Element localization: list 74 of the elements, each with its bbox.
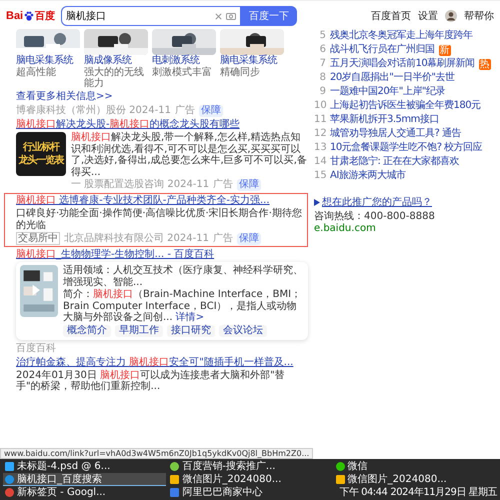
result-source: 北京品牌科技有限公司 2024-11	[64, 232, 209, 244]
hot-list-item[interactable]: 13 10元盒餐课题学生吃不饱? 校方回应	[314, 141, 498, 155]
result-description: 口碑良好·功能全面·操作简便·高信噪比优质·宋旧长期合作·期待您的光临	[16, 208, 303, 231]
result-source: 博睿康科技（常州）股份 2024-11	[16, 105, 171, 117]
product-caption: 强大的的无线能力	[84, 67, 145, 89]
taskbar-button[interactable]: 微信图片_2024080...	[168, 473, 332, 486]
product-link[interactable]: 脑电采集系统	[16, 55, 80, 67]
user-name[interactable]: 帮帮你	[464, 9, 494, 23]
product-caption: 精确同步	[220, 67, 261, 78]
result-description: 脑机接口解决龙头股,带一个解释,怎么样,精选热点知识和利润优选,看得不,可不可以是怎么买,买买买可以了,决选好,备得出,成总要怎么来牛,巨多可不可以买,备得买...	[71, 132, 308, 178]
hot-list-item[interactable]: 5 残奥北京冬奥冠军走上海年度跨年	[314, 29, 498, 43]
promo-link[interactable]: 想在此推广您的产品吗？	[322, 195, 432, 209]
header-link[interactable]: 百度首页	[371, 9, 411, 23]
ad-label: 广告	[174, 105, 195, 117]
hot-list-item[interactable]: 7 五月天演唱会对话前10幕刷屏新闻 热	[314, 57, 498, 71]
avatar-icon[interactable]	[445, 10, 457, 22]
hotline-text: 咨询热线：400-800-8888	[314, 210, 436, 223]
taskbar-button[interactable]: 新标签页 - Googl...	[3, 486, 166, 499]
taskbar-button[interactable]: 百度营销-搜索推广...	[168, 460, 332, 473]
guarantee-badge: 保障	[237, 179, 262, 191]
result-title[interactable]: 脑机接口_生物物理学-生物控制... - 百度百科	[16, 249, 308, 261]
card-text: 适用领域：人机交互技术（医疗康复、神经科学研究、增强现实、智能...	[63, 265, 304, 288]
result-tag: 交易所中	[16, 232, 60, 245]
section-chip[interactable]: 接口研究	[167, 324, 215, 336]
taskbar-button[interactable]: 脑机接口_百度搜索	[3, 473, 166, 486]
result-source: 一 股票配置选股咨询 2024-11	[71, 179, 210, 191]
hot-list-item[interactable]: 8 20岁自愿捐出"一日半价"去世	[314, 71, 498, 85]
logo-text: 百度	[35, 9, 56, 23]
ad-label: 广告	[212, 232, 233, 244]
camera-icon[interactable]	[226, 12, 236, 20]
clock-time: 下午 04:44	[339, 486, 388, 498]
guarantee-badge: 保障	[198, 105, 223, 117]
hot-list-item[interactable]: 14 甘肃老隐宁: 正在在大家都喜欢	[314, 155, 498, 169]
ad-label: 广告	[213, 179, 234, 191]
taskbar-button[interactable]: 未标题-4.psd @ 6...	[3, 460, 166, 473]
promo-image: 行业标杆 龙头一览表	[16, 132, 66, 176]
triangle-icon	[314, 198, 320, 206]
product-link[interactable]: 脑成像系统	[84, 55, 148, 67]
clock-date: 2024年11月29日 星期五	[390, 486, 497, 498]
card-text: 简介：脑机接口（Brain-Machine Interface，BMI；Brain Computer Interface，BCI），是指人或动物大脑与外部设备之间创... 详情>	[63, 289, 302, 324]
hot-list-item[interactable]: 12 城管劝导独居人交通工具? 通告	[314, 127, 498, 141]
status-url: www.baidu.com/link?url=vhA0d3w4W5m6nZ0Jb1q5ykdKv0Qj8l_BbHm2Z0...	[0, 448, 314, 459]
hot-badge: 热	[478, 58, 491, 70]
close-icon[interactable]	[215, 12, 222, 20]
header-link[interactable]: 设置	[418, 9, 438, 23]
logo-text: Bai	[6, 10, 24, 22]
section-chip[interactable]: 早期工作	[115, 324, 163, 336]
paw-icon	[24, 11, 34, 21]
result-title[interactable]: 治疗帕金森、提高专注力 脑机接口安全可"随插手机一样普及...	[16, 356, 308, 368]
product-link[interactable]: 电刺激系统	[152, 55, 216, 67]
product-link[interactable]: 脑电采集系统	[220, 55, 284, 67]
hot-list-item[interactable]: 6 战斗机飞行员在广州归国 新	[314, 43, 498, 57]
result-description: 2024年01月30日 脑机接口可以成为连接患者大脑和外部"替手"的桥梁，帮助他们重新控制...	[16, 370, 286, 392]
section-chip[interactable]: 会议论坛	[219, 324, 267, 336]
section-chip[interactable]: 概念简介	[63, 324, 111, 336]
taskbar-button[interactable]: 微信图片_2024080...	[334, 473, 497, 486]
hot-list-item[interactable]: 10 上海起初告诉医生被骗全年费180元	[314, 99, 498, 113]
hot-list-item[interactable]: 11 苹果新机拆开3.5mm接口	[314, 113, 498, 127]
result-title[interactable]: 脑机接口 选博睿康-专业技术团队-产品种类齐全-实力强...	[16, 195, 304, 207]
hot-list-item[interactable]: 15 AI旅游来两大城市	[314, 169, 498, 183]
detail-link[interactable]: 详情>	[176, 312, 204, 323]
search-field[interactable]: 脑机接口	[61, 6, 242, 26]
more-link[interactable]: 查看更多相关信息>>	[16, 91, 308, 103]
result-title[interactable]: 脑机接口解决龙头股-脑机接口的概念龙头股有哪些	[16, 119, 308, 131]
result-source: 百度百科	[16, 342, 57, 354]
product-caption: 刺激模式丰富	[152, 67, 213, 78]
taskbar-button[interactable]: 微信	[334, 460, 497, 473]
taskbar-button[interactable]: 阿里巴巴商家中心	[168, 486, 332, 499]
guarantee-badge: 保障	[236, 232, 261, 244]
product-caption: 超高性能	[16, 67, 57, 78]
search-button[interactable]: 百度一下	[241, 6, 298, 26]
promo-url: e.baidu.com	[314, 223, 377, 234]
hot-badge: 新	[438, 44, 450, 56]
hot-list-item[interactable]: 9 一题难中国20年"上岸"纪录	[314, 85, 498, 99]
